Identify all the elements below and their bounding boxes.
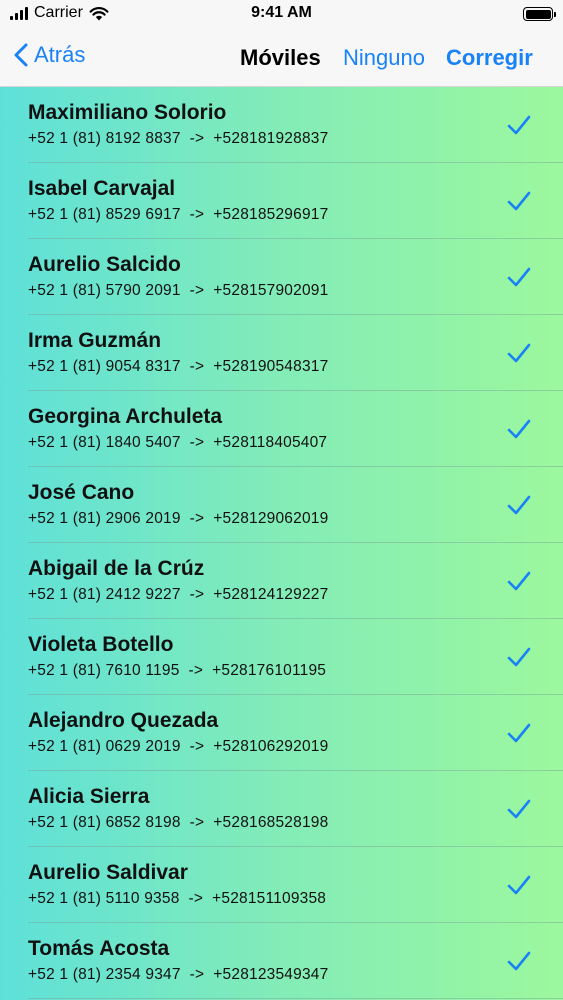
- checkmark-icon: [507, 115, 531, 135]
- chevron-left-icon: [14, 43, 28, 67]
- contact-phone-conversion: +52 1 (81) 0629 2019 -> +528106292019: [28, 738, 329, 755]
- contact-row[interactable]: Tomás Acosta +52 1 (81) 2354 9347 -> +528…: [0, 923, 563, 999]
- contact-phone-conversion: +52 1 (81) 8529 6917 -> +528185296917: [28, 206, 329, 223]
- contact-row[interactable]: Aurelio Saldivar +52 1 (81) 5110 9358 -> …: [0, 847, 563, 923]
- checkmark-icon: [507, 799, 531, 819]
- battery-icon: [523, 7, 556, 21]
- contact-name: Abigail de la Crúz: [28, 557, 205, 580]
- contact-phone-conversion: +52 1 (81) 5790 2091 -> +528157902091: [28, 282, 329, 299]
- checkmark-icon: [507, 571, 531, 591]
- contact-row[interactable]: Alicia Sierra +52 1 (81) 6852 8198 -> +52…: [0, 771, 563, 847]
- contact-phone-conversion: +52 1 (81) 7610 1195 -> +528176101195: [28, 662, 327, 679]
- checkmark-icon: [507, 875, 531, 895]
- contact-phone-conversion: +52 1 (81) 9054 8317 -> +528190548317: [28, 358, 329, 375]
- contact-name: Violeta Botello: [28, 633, 174, 656]
- contact-name: Tomás Acosta: [28, 937, 170, 960]
- correct-button[interactable]: Corregir: [446, 45, 533, 71]
- checkmark-icon: [507, 723, 531, 743]
- contact-name: Alicia Sierra: [28, 785, 150, 808]
- checkmark-icon: [507, 191, 531, 211]
- checkmark-icon: [507, 951, 531, 971]
- contact-row[interactable]: Violeta Botello +52 1 (81) 7610 1195 -> +…: [0, 619, 563, 695]
- checkmark-icon: [507, 343, 531, 363]
- back-button-label: Atrás: [34, 42, 86, 67]
- contact-phone-conversion: +52 1 (81) 2906 2019 -> +528129062019: [28, 510, 329, 527]
- contact-name: Aurelio Saldivar: [28, 861, 188, 884]
- contact-row[interactable]: Alejandro Quezada +52 1 (81) 0629 2019 ->…: [0, 695, 563, 771]
- checkmark-icon: [507, 495, 531, 515]
- navigation-bar: Atrás Móviles Ninguno Corregir: [0, 30, 563, 87]
- contact-phone-conversion: +52 1 (81) 6852 8198 -> +528168528198: [28, 814, 329, 831]
- back-button[interactable]: Atrás: [14, 42, 85, 68]
- contact-row[interactable]: Irma Guzmán +52 1 (81) 9054 8317 -> +5281…: [0, 315, 563, 391]
- contact-name: Georgina Archuleta: [28, 405, 223, 428]
- contact-phone-conversion: +52 1 (81) 8192 8837 -> +528181928837: [28, 130, 329, 147]
- checkmark-icon: [507, 267, 531, 287]
- contact-name: Aurelio Salcido: [28, 253, 181, 276]
- contact-name: Alejandro Quezada: [28, 709, 219, 732]
- contact-row[interactable]: Maximiliano Solorio +52 1 (81) 8192 8837 …: [0, 87, 563, 163]
- contact-phone-conversion: +52 1 (81) 2354 9347 -> +528123549347: [28, 966, 329, 983]
- contact-phone-conversion: +52 1 (81) 1840 5407 -> +528118405407: [28, 434, 328, 451]
- contact-name: Maximiliano Solorio: [28, 101, 227, 124]
- status-bar: Carrier 9:41 AM: [0, 0, 563, 30]
- select-none-button[interactable]: Ninguno: [343, 45, 425, 71]
- contact-row[interactable]: José Cano +52 1 (81) 2906 2019 -> +528129…: [0, 467, 563, 543]
- contact-row[interactable]: Abigail de la Crúz +52 1 (81) 2412 9227 -…: [0, 543, 563, 619]
- contact-name: Irma Guzmán: [28, 329, 162, 352]
- contact-row[interactable]: Aurelio Salcido +52 1 (81) 5790 2091 -> +…: [0, 239, 563, 315]
- contact-row[interactable]: Isabel Carvajal +52 1 (81) 8529 6917 -> +…: [0, 163, 563, 239]
- contact-name: Isabel Carvajal: [28, 177, 176, 200]
- status-time: 9:41 AM: [251, 4, 312, 21]
- contact-row[interactable]: Georgina Archuleta +52 1 (81) 1840 5407 -…: [0, 391, 563, 467]
- contact-name: José Cano: [28, 481, 135, 504]
- contact-list: Maximiliano Solorio +52 1 (81) 8192 8837 …: [0, 87, 563, 1000]
- page-title: Móviles: [240, 45, 321, 70]
- contact-phone-conversion: +52 1 (81) 5110 9358 -> +528151109358: [28, 890, 327, 907]
- checkmark-icon: [507, 419, 531, 439]
- contact-phone-conversion: +52 1 (81) 2412 9227 -> +528124129227: [28, 586, 329, 603]
- checkmark-icon: [507, 647, 531, 667]
